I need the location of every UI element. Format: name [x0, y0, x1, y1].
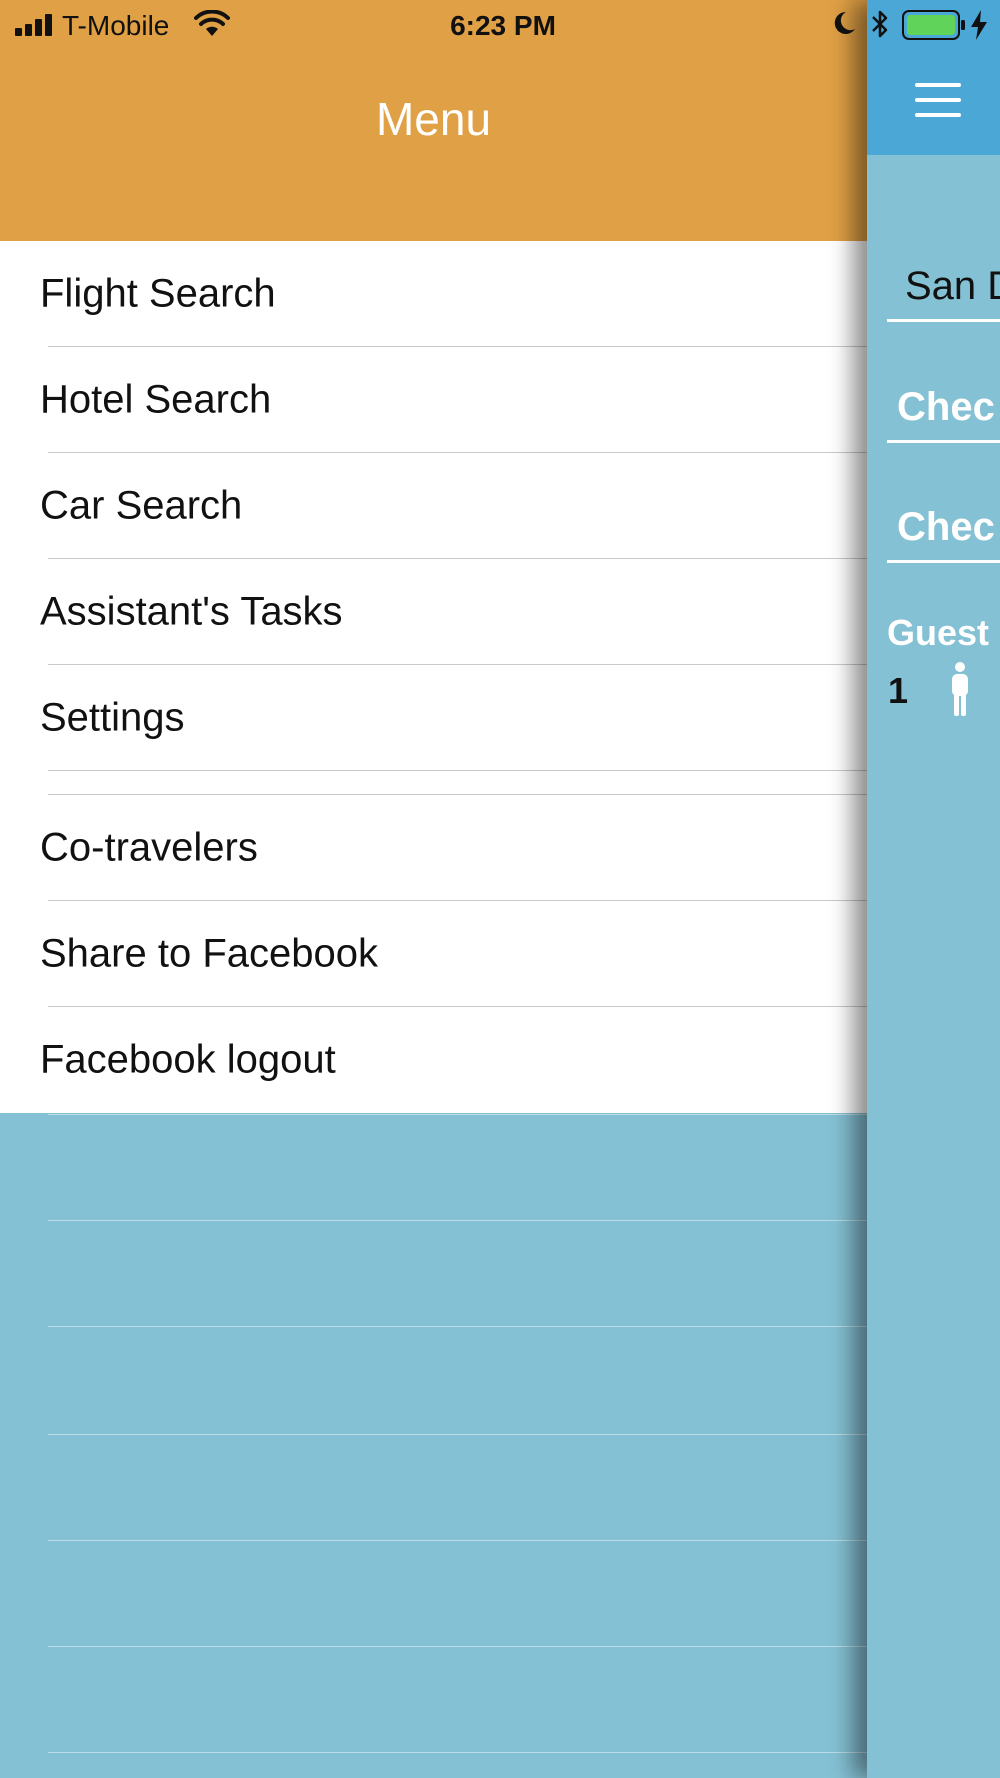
check-out-field[interactable]: Chec: [887, 503, 1000, 563]
check-out-placeholder: Chec: [897, 505, 995, 549]
menu-item-facebook-logout[interactable]: Facebook logout: [0, 1007, 867, 1113]
menu-item-assistants-tasks[interactable]: Assistant's Tasks: [0, 559, 867, 665]
menu-item-share-to-facebook[interactable]: Share to Facebook: [0, 901, 867, 1007]
guests-count: 1: [888, 670, 909, 711]
menu-item-label: Flight Search: [40, 271, 276, 316]
menu-item-label: Co-travelers: [40, 825, 258, 870]
menu-item-settings[interactable]: Settings: [0, 665, 867, 771]
destination-value: San D: [905, 264, 1000, 308]
charging-icon: [971, 10, 987, 40]
menu-item-hotel-search[interactable]: Hotel Search: [0, 347, 867, 453]
section-divider: [0, 771, 867, 795]
moon-icon: [834, 11, 855, 34]
status-bar: T-Mobile 6:23 PM: [0, 0, 1000, 50]
navigation-drawer: Menu Flight Search Hotel Search Car Sear…: [0, 0, 867, 1778]
empty-row-separator: [48, 1114, 867, 1115]
menu-item-flight-search[interactable]: Flight Search: [0, 241, 867, 347]
bluetooth-icon: [872, 10, 888, 38]
check-in-field[interactable]: Chec: [887, 383, 1000, 443]
menu-item-label: Settings: [40, 695, 185, 740]
menu-item-label: Hotel Search: [40, 377, 272, 422]
menu-item-label: Assistant's Tasks: [40, 589, 343, 634]
empty-row-separator: [48, 1220, 867, 1221]
menu-item-label: Share to Facebook: [40, 931, 378, 976]
empty-row-separator: [48, 1434, 867, 1435]
empty-row-separator: [48, 1326, 867, 1327]
empty-row-separator: [48, 1752, 867, 1753]
battery-icon: [902, 10, 965, 40]
menu-item-car-search[interactable]: Car Search: [0, 453, 867, 559]
menu-item-co-travelers[interactable]: Co-travelers: [0, 795, 867, 901]
guests-label: Guest: [887, 612, 990, 653]
person-icon[interactable]: [949, 662, 971, 716]
menu-item-label: Car Search: [40, 483, 243, 528]
menu-item-label: Facebook logout: [40, 1037, 336, 1082]
menu-list: Flight Search Hotel Search Car Search As…: [0, 241, 867, 1113]
hamburger-icon[interactable]: [915, 83, 961, 117]
hotel-search-panel: San D Chec Chec Guest 1: [867, 0, 1000, 1778]
destination-field[interactable]: San D: [887, 262, 1000, 322]
empty-row-separator: [48, 1540, 867, 1541]
check-in-placeholder: Chec: [897, 385, 995, 429]
empty-row-separator: [48, 1646, 867, 1647]
drawer-title: Menu: [375, 93, 492, 145]
